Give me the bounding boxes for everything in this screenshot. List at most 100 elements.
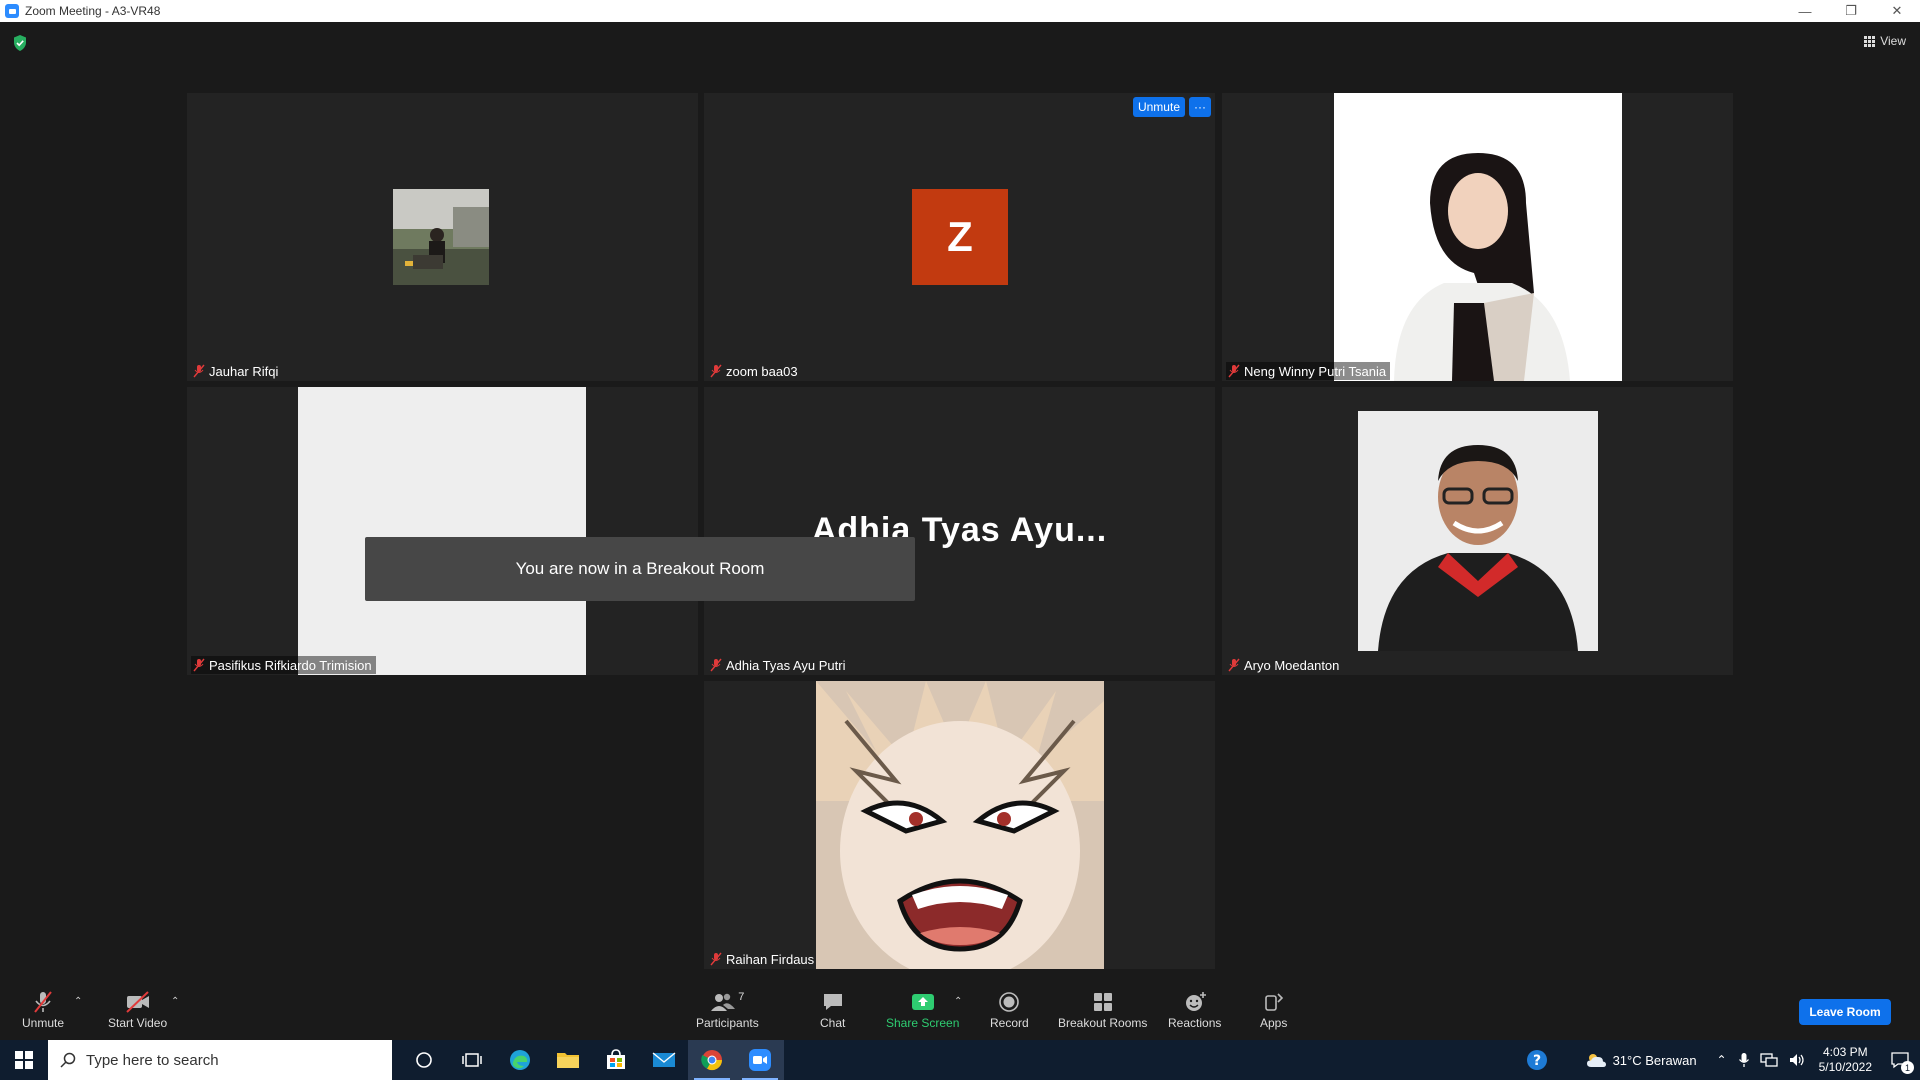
participant-tile[interactable]: Jauhar Rifqi xyxy=(187,93,698,381)
show-hidden-icons-chevron-icon[interactable]: ⌃ xyxy=(1717,1053,1727,1067)
help-question-icon: ? xyxy=(1526,1050,1547,1070)
participant-tile[interactable]: Unmute ··· Z zoom baa03 xyxy=(704,93,1215,381)
unmute-button[interactable]: Unmute xyxy=(22,988,64,1030)
cloudy-weather-icon xyxy=(1586,1054,1606,1067)
meeting-area: View Jauhar Rifqi Unmute ··· Z zoom baa0… xyxy=(0,22,1920,982)
cortana-button[interactable] xyxy=(400,1040,448,1080)
participant-photo xyxy=(1334,93,1622,381)
participant-name-label: Adhia Tyas Ayu Putri xyxy=(708,656,849,674)
participant-name-label: Raihan Firdaus xyxy=(708,950,818,968)
mail-icon xyxy=(652,1052,676,1067)
muted-mic-icon xyxy=(710,364,722,378)
svg-text:?: ? xyxy=(1533,1053,1541,1069)
notification-center-button[interactable]: 1 xyxy=(1880,1040,1920,1080)
record-button[interactable]: Record xyxy=(990,988,1029,1030)
apps-icon xyxy=(1264,993,1283,1011)
search-icon xyxy=(60,1052,76,1068)
restore-button[interactable]: ❐ xyxy=(1828,0,1874,22)
folder-icon xyxy=(557,1053,579,1068)
participant-photo xyxy=(1358,411,1598,651)
task-view-icon xyxy=(462,1053,482,1067)
reactions-smiley-icon xyxy=(1185,992,1206,1011)
participant-name-label: Pasifikus Rifkiardo Trimision xyxy=(191,656,376,674)
chat-icon xyxy=(823,994,842,1010)
reactions-button[interactable]: Reactions xyxy=(1168,988,1221,1030)
grid-view-icon xyxy=(1864,35,1876,47)
muted-mic-icon xyxy=(193,658,205,672)
share-screen-button[interactable]: Share Screen xyxy=(886,988,959,1030)
windows-logo-icon xyxy=(15,1051,33,1069)
view-label: View xyxy=(1880,34,1906,48)
taskbar-clock[interactable]: 4:03 PM 5/10/2022 xyxy=(1819,1045,1872,1075)
system-tray: ? 31°C Berawan ⌃ 4:03 PM 5/10/2022 1 xyxy=(1513,1040,1920,1080)
breakout-rooms-button[interactable]: Breakout Rooms xyxy=(1058,988,1147,1030)
record-icon xyxy=(999,992,1020,1012)
task-view-button[interactable] xyxy=(448,1040,496,1080)
zoom-app-icon xyxy=(749,1049,771,1071)
windows-start-button[interactable] xyxy=(0,1040,48,1080)
store-bag-icon xyxy=(607,1049,625,1069)
muted-mic-icon xyxy=(1228,658,1240,672)
windows-taskbar: Type here to search ? 31°C Berawan ⌃ 4:0… xyxy=(0,1040,1920,1080)
taskbar-zoom[interactable] xyxy=(736,1040,784,1080)
clock-time: 4:03 PM xyxy=(1822,1045,1868,1059)
minimize-button[interactable]: — xyxy=(1782,0,1828,22)
muted-mic-icon xyxy=(710,658,722,672)
network-icon[interactable] xyxy=(1759,1052,1778,1068)
participant-tile[interactable]: Adhia Tyas Ayu... Adhia Tyas Ayu Putri xyxy=(704,387,1215,675)
muted-mic-icon xyxy=(1228,364,1240,378)
muted-mic-icon xyxy=(710,952,722,966)
apps-button[interactable]: Apps xyxy=(1260,988,1287,1030)
edge-browser-icon xyxy=(510,1050,530,1070)
taskbar-mail[interactable] xyxy=(640,1040,688,1080)
taskbar-edge[interactable] xyxy=(496,1040,544,1080)
muted-mic-icon xyxy=(34,991,52,1013)
participant-name-label: zoom baa03 xyxy=(708,362,802,380)
participant-photo xyxy=(298,387,586,675)
view-button[interactable]: View xyxy=(1864,34,1906,48)
participants-button[interactable]: 7 Participants xyxy=(696,988,759,1030)
more-options-button[interactable]: ··· xyxy=(1189,97,1211,117)
security-shield-icon[interactable] xyxy=(12,34,28,52)
participant-tile[interactable]: Pasifikus Rifkiardo Trimision xyxy=(187,387,698,675)
taskbar-store[interactable] xyxy=(592,1040,640,1080)
participant-tile[interactable]: Neng Winny Putri Tsania xyxy=(1222,93,1733,381)
participant-tile[interactable]: Raihan Firdaus xyxy=(704,681,1215,969)
ask-to-unmute-button[interactable]: Unmute xyxy=(1132,97,1185,117)
participant-photo xyxy=(393,189,489,285)
weather-widget[interactable]: 31°C Berawan xyxy=(1585,1052,1697,1068)
share-options-chevron-icon[interactable]: ⌃ xyxy=(954,996,962,1007)
chat-button[interactable]: Chat xyxy=(820,988,845,1030)
start-video-button[interactable]: Start Video xyxy=(108,988,167,1030)
video-options-chevron-icon[interactable]: ⌃ xyxy=(171,996,179,1007)
zoom-app-icon xyxy=(5,4,19,18)
audio-options-chevron-icon[interactable]: ⌃ xyxy=(74,996,82,1007)
breakout-room-toast: You are now in a Breakout Room xyxy=(365,537,915,601)
taskbar-file-explorer[interactable] xyxy=(544,1040,592,1080)
participant-name-label: Neng Winny Putri Tsania xyxy=(1226,362,1391,380)
meeting-toolbar: Unmute ⌃ Start Video ⌃ 7 Participants Ch… xyxy=(0,982,1920,1040)
share-screen-icon xyxy=(911,994,934,1010)
participants-count: 7 xyxy=(738,991,745,1003)
participant-name-label: Jauhar Rifqi xyxy=(191,362,282,380)
participant-name-label: Aryo Moedanton xyxy=(1226,656,1343,674)
microphone-icon[interactable] xyxy=(1738,1052,1750,1068)
volume-icon[interactable] xyxy=(1788,1052,1806,1068)
window-titlebar: Zoom Meeting - A3-VR48 — ❐ ✕ xyxy=(0,0,1920,22)
participants-icon xyxy=(711,993,736,1011)
breakout-rooms-icon xyxy=(1093,993,1112,1011)
taskbar-search-box[interactable]: Type here to search xyxy=(48,1040,392,1080)
chrome-browser-icon xyxy=(701,1050,723,1071)
taskbar-chrome[interactable] xyxy=(688,1040,736,1080)
participant-avatar: Z xyxy=(912,189,1008,285)
participant-tile[interactable]: Aryo Moedanton xyxy=(1222,387,1733,675)
close-button[interactable]: ✕ xyxy=(1874,0,1920,22)
muted-mic-icon xyxy=(193,364,205,378)
clock-date: 5/10/2022 xyxy=(1818,1060,1872,1074)
leave-room-button[interactable]: Leave Room xyxy=(1799,999,1891,1025)
search-placeholder: Type here to search xyxy=(86,1051,219,1069)
notification-count-badge: 1 xyxy=(1901,1061,1914,1074)
tray-help[interactable]: ? xyxy=(1513,1040,1561,1080)
cortana-circle-icon xyxy=(416,1052,432,1068)
video-off-icon xyxy=(125,991,149,1013)
